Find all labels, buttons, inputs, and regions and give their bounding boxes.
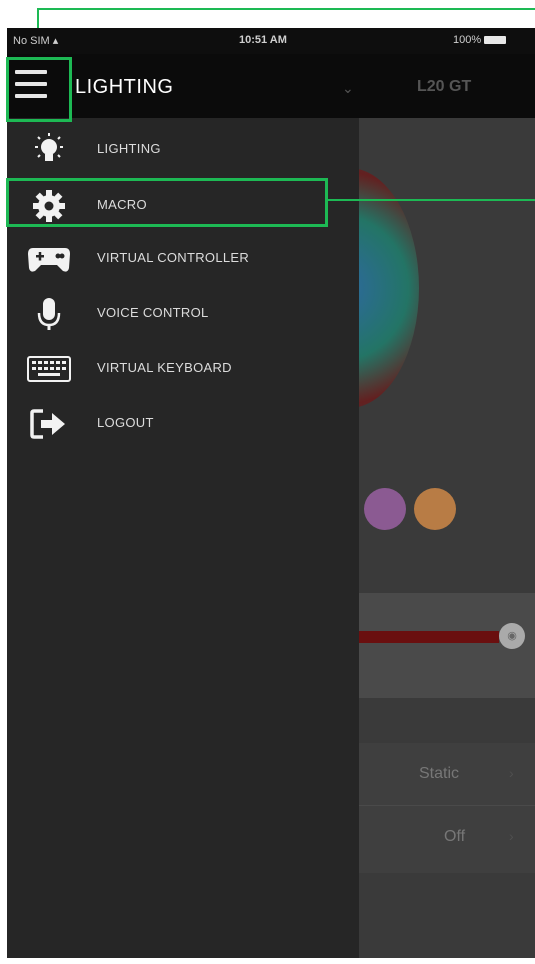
carrier-label: No SIM ▴: [13, 35, 59, 47]
menu-item-lighting[interactable]: LIGHTING: [7, 122, 359, 178]
menu-item-voice-control[interactable]: VOICE CONTROL: [7, 286, 359, 342]
navigation-drawer: LIGHTING MACRO VIRTUAL CONTROLLER VOICE …: [7, 118, 359, 958]
annotation-line-macro: [325, 199, 535, 201]
state-value[interactable]: Off: [444, 828, 465, 846]
battery-indicator: 100%: [453, 34, 507, 46]
status-bar: No SIM ▴ 10:51 AM 100%: [7, 28, 535, 54]
device-name[interactable]: L20 GT: [417, 78, 471, 96]
color-swatch-orange[interactable]: [414, 488, 456, 530]
wifi-icon: ▴: [52, 35, 59, 47]
menu-item-virtual-controller[interactable]: VIRTUAL CONTROLLER: [7, 231, 359, 287]
microphone-icon: [27, 296, 71, 332]
annotation-line-top: [37, 8, 535, 10]
brightness-slider-handle[interactable]: ◉: [499, 623, 525, 649]
gamepad-icon: [27, 241, 71, 277]
brightness-panel: ◉: [359, 593, 535, 698]
clock: 10:51 AM: [239, 34, 287, 46]
mode-value[interactable]: Static: [419, 765, 459, 783]
settings-panel: Static › Off ›: [359, 743, 535, 873]
divider: [359, 805, 535, 806]
menu-item-virtual-keyboard[interactable]: VIRTUAL KEYBOARD: [7, 341, 359, 397]
keyboard-icon: [27, 351, 71, 387]
brightness-slider-track[interactable]: [359, 631, 499, 643]
chevron-right-icon: ›: [509, 765, 514, 781]
lightbulb-icon: [27, 132, 71, 168]
menu-item-label: LOGOUT: [97, 415, 154, 430]
menu-item-label: LIGHTING: [97, 141, 161, 156]
chevron-down-icon[interactable]: ⌄: [342, 80, 354, 97]
logout-icon: [27, 406, 71, 442]
menu-item-label: VIRTUAL KEYBOARD: [97, 360, 232, 375]
color-swatch-purple[interactable]: [364, 488, 406, 530]
highlight-macro: [6, 178, 328, 227]
app-header: LIGHTING ⌄ L20 GT: [7, 54, 535, 118]
page-title: LIGHTING: [75, 76, 174, 98]
menu-item-label: VOICE CONTROL: [97, 305, 209, 320]
menu-item-label: VIRTUAL CONTROLLER: [97, 250, 250, 265]
battery-icon: [484, 36, 507, 45]
chevron-right-icon: ›: [509, 828, 514, 844]
menu-item-logout[interactable]: LOGOUT: [7, 396, 359, 452]
phone-screen: No SIM ▴ 10:51 AM 100% LIGHTING ⌄ L20 GT…: [7, 28, 535, 958]
main-content-dimmed: ◉ Static › Off ›: [279, 118, 535, 958]
highlight-hamburger: [6, 57, 72, 122]
